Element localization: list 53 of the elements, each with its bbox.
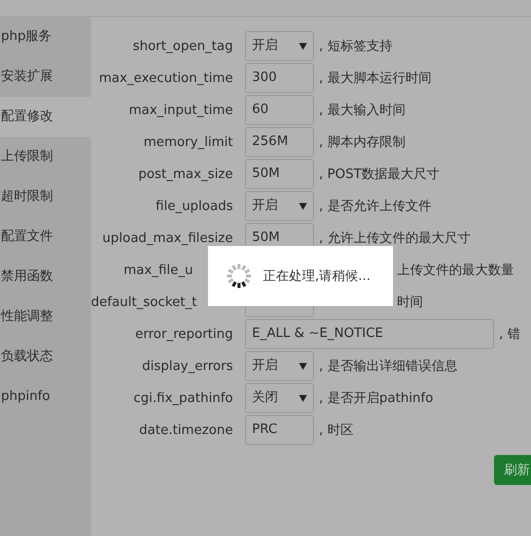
setting-label: error_reporting (135, 326, 233, 342)
input-field[interactable]: 256M (245, 127, 314, 157)
input-field[interactable]: E_ALL & ~E_NOTICE (245, 319, 494, 349)
setting-note: , 是否输出详细错误信息 (319, 358, 458, 375)
caret-icon (299, 42, 307, 50)
sidebar-item[interactable]: 安装扩展 (0, 57, 91, 97)
setting-note: , 错 (499, 326, 520, 343)
loading-message: 正在处理,请稍候... (263, 268, 371, 285)
setting-note: , 最大脚本运行时间 (319, 70, 432, 87)
setting-label: post_max_size (138, 166, 233, 182)
setting-label: short_open_tag (132, 38, 233, 54)
setting-note: , POST数据最大尺寸 (319, 166, 440, 183)
sidebar-item[interactable]: phpinfo (0, 377, 91, 417)
setting-label: file_uploads (156, 198, 233, 214)
setting-note: , 是否开启pathinfo (319, 390, 434, 407)
sidebar-item[interactable]: 负载状态 (0, 337, 91, 377)
setting-label: memory_limit (144, 134, 233, 150)
setting-note: , 短标签支持 (319, 38, 392, 55)
refresh-button[interactable]: 刷新 (494, 455, 531, 485)
setting-note: 上传文件的最大数量 (397, 262, 514, 279)
input-field[interactable]: 300 (245, 63, 314, 93)
setting-note: , 脚本内存限制 (319, 134, 406, 151)
setting-note: , 允许上传文件的最大尺寸 (319, 230, 470, 247)
setting-label: default_socket_t (91, 294, 197, 310)
input-field[interactable]: 60 (245, 95, 314, 125)
sidebar-item[interactable]: 性能调整 (0, 297, 91, 337)
caret-icon (299, 394, 307, 402)
sidebar-item[interactable]: php服务 (0, 17, 91, 57)
select-field[interactable]: 关闭 (245, 383, 314, 413)
input-field[interactable]: PRC (245, 415, 314, 445)
caret-icon (299, 362, 307, 370)
setting-label: date.timezone (139, 422, 233, 438)
setting-label: upload_max_filesize (102, 230, 233, 246)
sidebar-item[interactable]: 配置修改 (0, 97, 91, 137)
setting-label: max_input_time (128, 102, 233, 118)
setting-note: , 最大输入时间 (319, 102, 406, 119)
sidebar-item[interactable]: 禁用函数 (0, 257, 91, 297)
sidebar-item[interactable]: 超时限制 (0, 177, 91, 217)
setting-note: , 是否允许上传文件 (319, 198, 432, 215)
select-field[interactable]: 开启 (245, 191, 314, 221)
spinner-icon (225, 262, 253, 290)
setting-label: max_execution_time (98, 70, 233, 86)
sidebar-item[interactable]: 配置文件 (0, 217, 91, 257)
caret-icon (299, 202, 307, 210)
sidebar-item[interactable]: 上传限制 (0, 137, 91, 177)
setting-label: display_errors (142, 358, 233, 374)
setting-note: , 时区 (319, 422, 354, 439)
input-field[interactable]: 50M (245, 159, 314, 189)
select-field[interactable]: 开启 (245, 351, 314, 381)
setting-label: cgi.fix_pathinfo (134, 390, 233, 406)
setting-label: max_file_u (124, 262, 193, 278)
select-field[interactable]: 开启 (245, 31, 314, 61)
setting-note: 时间 (397, 294, 423, 311)
